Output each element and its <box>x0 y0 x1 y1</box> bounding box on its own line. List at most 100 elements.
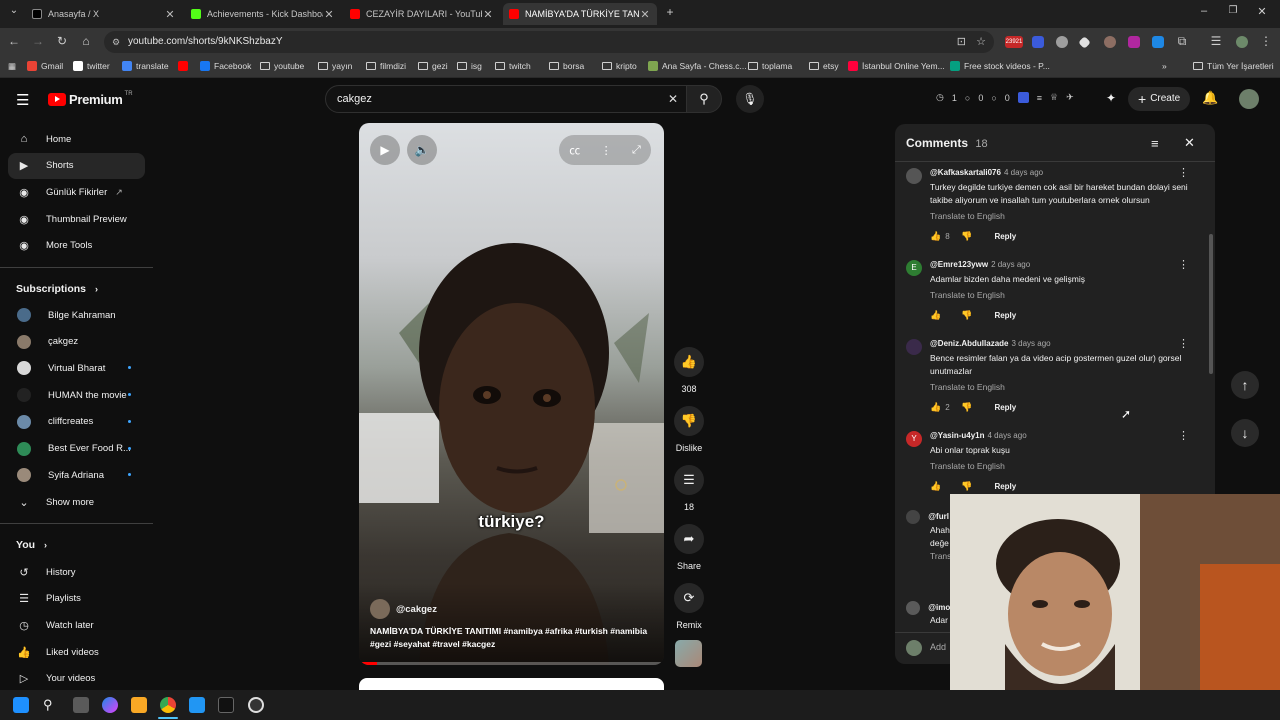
comment-button[interactable]: ☰ 18 <box>674 465 704 512</box>
search-button[interactable]: ⚲ <box>686 85 722 113</box>
bookmark-item[interactable]: filmdizi <box>366 61 406 71</box>
account-avatar[interactable] <box>1239 89 1259 109</box>
extension-badge-icon[interactable]: 23921 <box>1005 36 1023 48</box>
start-windows-icon[interactable] <box>13 697 29 713</box>
channel-avatar[interactable] <box>370 599 390 619</box>
like-icon[interactable]: 👍 <box>930 310 941 321</box>
minimize-window-icon[interactable]: – <box>1196 5 1212 17</box>
comment-handle[interactable]: @Deniz.Abdullazade <box>930 339 1008 348</box>
captions-icon[interactable]: ㏄ <box>569 142 580 158</box>
reply-button[interactable]: Reply <box>994 311 1016 320</box>
bookmark-item[interactable]: isg <box>457 61 482 71</box>
taskbar-search-icon[interactable]: ⚲ <box>43 697 53 713</box>
translate-link[interactable]: Translate to English <box>930 461 1005 471</box>
previous-short-button[interactable]: ↑ <box>1231 371 1259 399</box>
comment-avatar[interactable] <box>906 339 922 355</box>
comment-handle[interactable]: @Emre123yww <box>930 260 988 269</box>
sound-thumbnail[interactable] <box>675 640 702 667</box>
browser-tab-cezayir[interactable]: CEZAYİR DAYILARI - YouTube ✕ <box>344 3 500 25</box>
close-tab-icon[interactable]: ✕ <box>482 8 494 21</box>
like-icon[interactable]: 👍 <box>930 231 941 242</box>
bookmark-item[interactable]: youtube <box>260 61 304 71</box>
extension-icon[interactable] <box>1017 92 1029 103</box>
comment-menu-icon[interactable]: ⋮ <box>1178 337 1189 350</box>
reply-button[interactable]: Reply <box>994 232 1016 241</box>
close-tab-icon[interactable]: ✕ <box>323 8 335 21</box>
translate-link[interactable]: Translate to English <box>930 211 1005 221</box>
file-explorer-icon[interactable] <box>131 697 147 713</box>
remix-button[interactable]: ⟳ Remix <box>674 583 704 630</box>
reply-button[interactable]: Reply <box>994 482 1016 491</box>
browser-tab-x[interactable]: Anasayfa / X ✕ <box>26 3 182 25</box>
studio-icon[interactable]: ✦ <box>1106 91 1116 105</box>
next-short-preview[interactable] <box>359 678 664 690</box>
subscription-item[interactable]: Virtual Bharat <box>8 355 145 381</box>
more-options-icon[interactable]: ⋮ <box>601 144 612 157</box>
show-more-button[interactable]: ⌄ Show more <box>8 489 145 515</box>
bookmark-star-icon[interactable]: ☆ <box>976 31 986 53</box>
extension-icon[interactable] <box>1032 36 1044 48</box>
bookmark-item[interactable]: toplama <box>748 61 792 71</box>
site-info-icon[interactable]: ⚙ <box>112 31 120 53</box>
like-button[interactable]: 👍 308 <box>674 347 704 394</box>
translate-link[interactable]: Translate to English <box>930 382 1005 392</box>
you-header[interactable]: You › <box>16 539 47 551</box>
close-window-icon[interactable]: ✕ <box>1254 5 1270 18</box>
fullscreen-icon[interactable]: ⤢ <box>632 144 641 157</box>
comment-time[interactable]: 4 days ago <box>988 431 1027 440</box>
app-taskbar-icon[interactable] <box>189 697 205 713</box>
sidebar-item-playlists[interactable]: ☰ Playlists <box>8 586 145 612</box>
bookmark-item[interactable]: kripto <box>602 61 637 71</box>
all-bookmarks[interactable]: Tüm Yer İşaretleri <box>1193 61 1274 71</box>
bookmark-item[interactable]: gezi <box>418 61 448 71</box>
dislike-icon[interactable]: 👎 <box>961 231 972 242</box>
tab-search-icon[interactable]: ⌄ <box>6 5 22 16</box>
short-title[interactable]: NAMİBYA'DA TÜRKİYE TANITIMI #namibya #af… <box>370 625 650 651</box>
add-comment-input[interactable]: Add <box>930 642 946 652</box>
bookmark-item[interactable]: yayın <box>318 61 352 71</box>
dislike-icon[interactable]: 👎 <box>961 402 972 413</box>
subscription-item[interactable]: Best Ever Food R... <box>8 436 145 462</box>
extension-icon[interactable] <box>1152 36 1164 48</box>
voice-search-icon[interactable]: 🎙 <box>736 85 764 113</box>
bookmark-item[interactable]: Ana Sayfa - Chess.c... <box>648 61 747 71</box>
reload-icon[interactable]: ↻ <box>54 34 70 48</box>
sidebar-item-your-videos[interactable]: ▷ Your videos <box>8 666 145 692</box>
install-icon[interactable]: ⊡ <box>957 31 966 53</box>
close-tab-icon[interactable]: ✕ <box>639 8 651 21</box>
trophy-icon[interactable]: ♕ <box>1050 92 1058 103</box>
channel-handle[interactable]: @cakgez <box>396 604 437 615</box>
tradingview-icon[interactable] <box>218 697 234 713</box>
extension-icon[interactable] <box>1056 36 1068 48</box>
bookmark-item[interactable]: Gmail <box>27 61 63 71</box>
channel-row[interactable]: @cakgez <box>370 599 437 619</box>
clear-search-icon[interactable]: ✕ <box>668 86 678 112</box>
close-tab-icon[interactable]: ✕ <box>164 8 176 21</box>
comment-handle[interactable]: @Yasin-u4y1n <box>930 431 985 440</box>
bookmark-item[interactable]: Facebook <box>200 61 251 71</box>
back-icon[interactable]: ← <box>6 34 22 48</box>
extension-icon[interactable] <box>1128 36 1140 48</box>
extensions-puzzle-icon[interactable]: ⧉ <box>1174 34 1190 49</box>
sidebar-item-gunluk-fikirler[interactable]: ◉ Günlük Fikirler ↗ <box>8 179 145 205</box>
bookmark-item[interactable]: İstanbul Online Yem... <box>848 61 945 71</box>
comment-avatar[interactable]: E <box>906 260 922 276</box>
reading-list-icon[interactable]: ☰ <box>1208 34 1224 48</box>
youtube-premium-logo[interactable]: Premium TR <box>48 91 133 107</box>
search-input[interactable]: cakgez ✕ <box>325 85 687 113</box>
address-bar[interactable]: ⚙ youtube.com/shorts/9kNKShzbazY ⊡ ☆ <box>104 31 994 53</box>
task-view-icon[interactable] <box>73 697 89 713</box>
bookmark-item[interactable]: twitter <box>73 61 110 71</box>
bookmark-item[interactable] <box>178 61 192 71</box>
copilot-icon[interactable] <box>102 697 118 713</box>
bookmark-item[interactable]: etsy <box>809 61 839 71</box>
browser-tab-kick[interactable]: Achievements - Kick Dashboard ✕ <box>185 3 341 25</box>
mute-button[interactable]: 🔈 <box>407 135 437 165</box>
comment-handle[interactable]: @Kafkaskartali076 <box>930 168 1001 177</box>
profile-avatar-icon[interactable] <box>1236 36 1248 48</box>
subscription-item[interactable]: HUMAN the movie <box>8 382 145 408</box>
subscriptions-header[interactable]: Subscriptions › <box>16 283 98 295</box>
dislike-icon[interactable]: 👎 <box>961 481 972 492</box>
sidebar-item-shorts[interactable]: ▶ Shorts <box>8 152 145 179</box>
bookmark-item[interactable]: translate <box>122 61 169 71</box>
